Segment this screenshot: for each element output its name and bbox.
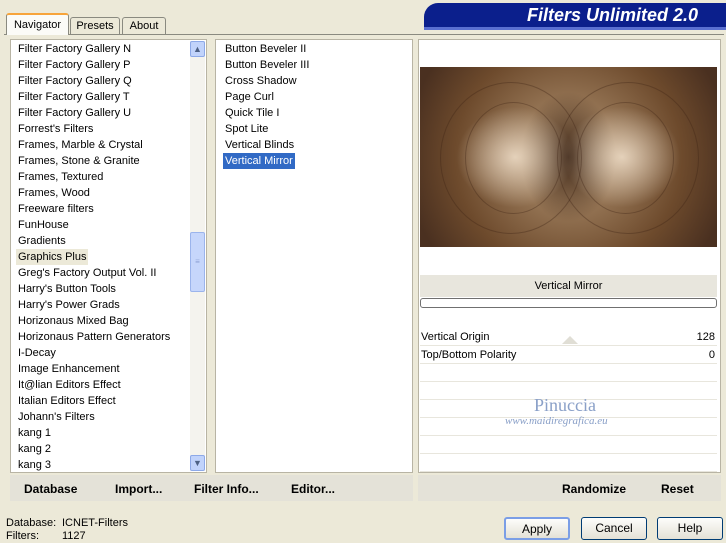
param-row-empty — [420, 455, 717, 472]
database-button[interactable]: Database — [24, 482, 77, 496]
progress-bar — [420, 298, 717, 308]
preview-ring — [577, 102, 674, 214]
filter-item[interactable]: Quick Tile I — [223, 105, 281, 121]
category-item[interactable]: Greg's Factory Output Vol. II — [16, 265, 158, 281]
filters-count-value: 1127 — [62, 530, 86, 542]
category-item[interactable]: Frames, Textured — [16, 169, 105, 185]
filter-item[interactable]: Vertical Mirror — [223, 153, 295, 169]
filters-count-label: Filters: — [6, 530, 39, 542]
preview-spacer — [420, 247, 717, 274]
param-value: 0 — [708, 349, 715, 361]
param-top-bottom-polarity[interactable]: Top/Bottom Polarity 0 — [420, 347, 717, 364]
category-item[interactable]: It@lian Editors Effect — [16, 377, 123, 393]
tab-presets[interactable]: Presets — [70, 17, 120, 34]
category-item[interactable]: Frames, Stone & Granite — [16, 153, 142, 169]
editor-button[interactable]: Editor... — [291, 482, 335, 496]
category-item[interactable]: Filter Factory Gallery U — [16, 105, 133, 121]
filter-item[interactable]: Button Beveler II — [223, 41, 308, 57]
help-button[interactable]: Help — [657, 517, 723, 540]
apply-button[interactable]: Apply — [504, 517, 570, 540]
title-banner: Filters Unlimited 2.0 — [424, 3, 726, 30]
param-value: 128 — [696, 331, 715, 343]
filter-item[interactable]: Page Curl — [223, 89, 276, 105]
preview-image — [420, 67, 717, 247]
cancel-button[interactable]: Cancel — [581, 517, 647, 540]
category-item[interactable]: Horizonaus Mixed Bag — [16, 313, 131, 329]
category-item[interactable]: Filter Factory Gallery T — [16, 89, 132, 105]
category-item[interactable]: Freeware filters — [16, 201, 96, 217]
param-row-empty — [420, 365, 717, 382]
category-item[interactable]: kang 2 — [16, 441, 53, 457]
category-item[interactable]: Harry's Button Tools — [16, 281, 118, 297]
category-item[interactable]: Frames, Marble & Crystal — [16, 137, 145, 153]
category-item[interactable]: Forrest's Filters — [16, 121, 95, 137]
category-item[interactable]: kang 3 — [16, 457, 53, 473]
category-item[interactable]: FunHouse — [16, 217, 71, 233]
randomize-button[interactable]: Randomize — [562, 482, 626, 496]
category-item[interactable]: kang 1 — [16, 425, 53, 441]
banner-title: Filters Unlimited 2.0 — [526, 5, 698, 25]
database-label: Database: — [6, 517, 57, 529]
category-item[interactable]: Johann's Filters — [16, 409, 97, 425]
banner-underline — [424, 27, 726, 30]
filter-item[interactable]: Button Beveler III — [223, 57, 311, 73]
watermark-name: Pinuccia — [534, 395, 596, 415]
reset-button[interactable]: Reset — [661, 482, 694, 496]
category-item[interactable]: Image Enhancement — [16, 361, 122, 377]
param-row-empty — [420, 437, 717, 454]
scroll-down-button[interactable]: ▼ — [190, 455, 205, 471]
category-item[interactable]: I-Decay — [16, 345, 58, 361]
database-value: ICNET-Filters — [62, 517, 128, 529]
watermark-url: www.maidiregrafica.eu — [505, 415, 608, 427]
import-button[interactable]: Import... — [115, 482, 162, 496]
category-item[interactable]: Filter Factory Gallery Q — [16, 73, 134, 89]
category-item[interactable]: Filter Factory Gallery P — [16, 57, 132, 73]
category-item[interactable]: Graphics Plus — [16, 249, 89, 265]
category-list[interactable]: Filter Factory Gallery N Filter Factory G… — [10, 39, 207, 473]
tab-navigator[interactable]: Navigator — [6, 13, 69, 35]
filter-info-button[interactable]: Filter Info... — [194, 482, 259, 496]
category-item[interactable]: Gradients — [16, 233, 68, 249]
category-item[interactable]: Harry's Power Grads — [16, 297, 122, 313]
filter-item[interactable]: Cross Shadow — [223, 73, 299, 89]
category-item[interactable]: Frames, Wood — [16, 185, 92, 201]
filter-item[interactable]: Vertical Blinds — [223, 137, 296, 153]
category-item[interactable]: Italian Editors Effect — [16, 393, 118, 409]
param-name: Vertical Origin — [421, 331, 490, 343]
scroll-thumb[interactable]: ≡ — [190, 232, 205, 292]
slider-pointer-icon[interactable] — [562, 336, 578, 344]
tab-about[interactable]: About — [122, 17, 166, 34]
param-name: Top/Bottom Polarity — [421, 349, 517, 361]
filter-name-display: Vertical Mirror — [420, 275, 717, 297]
scroll-up-button[interactable]: ▲ — [190, 41, 205, 57]
filter-list[interactable]: Button Beveler II Button Beveler III Cross… — [215, 39, 413, 473]
category-item[interactable]: Filter Factory Gallery N — [16, 41, 133, 57]
category-item[interactable]: Horizonaus Pattern Generators — [16, 329, 172, 345]
filter-item[interactable]: Spot Lite — [223, 121, 270, 137]
preview-ring — [465, 102, 562, 214]
